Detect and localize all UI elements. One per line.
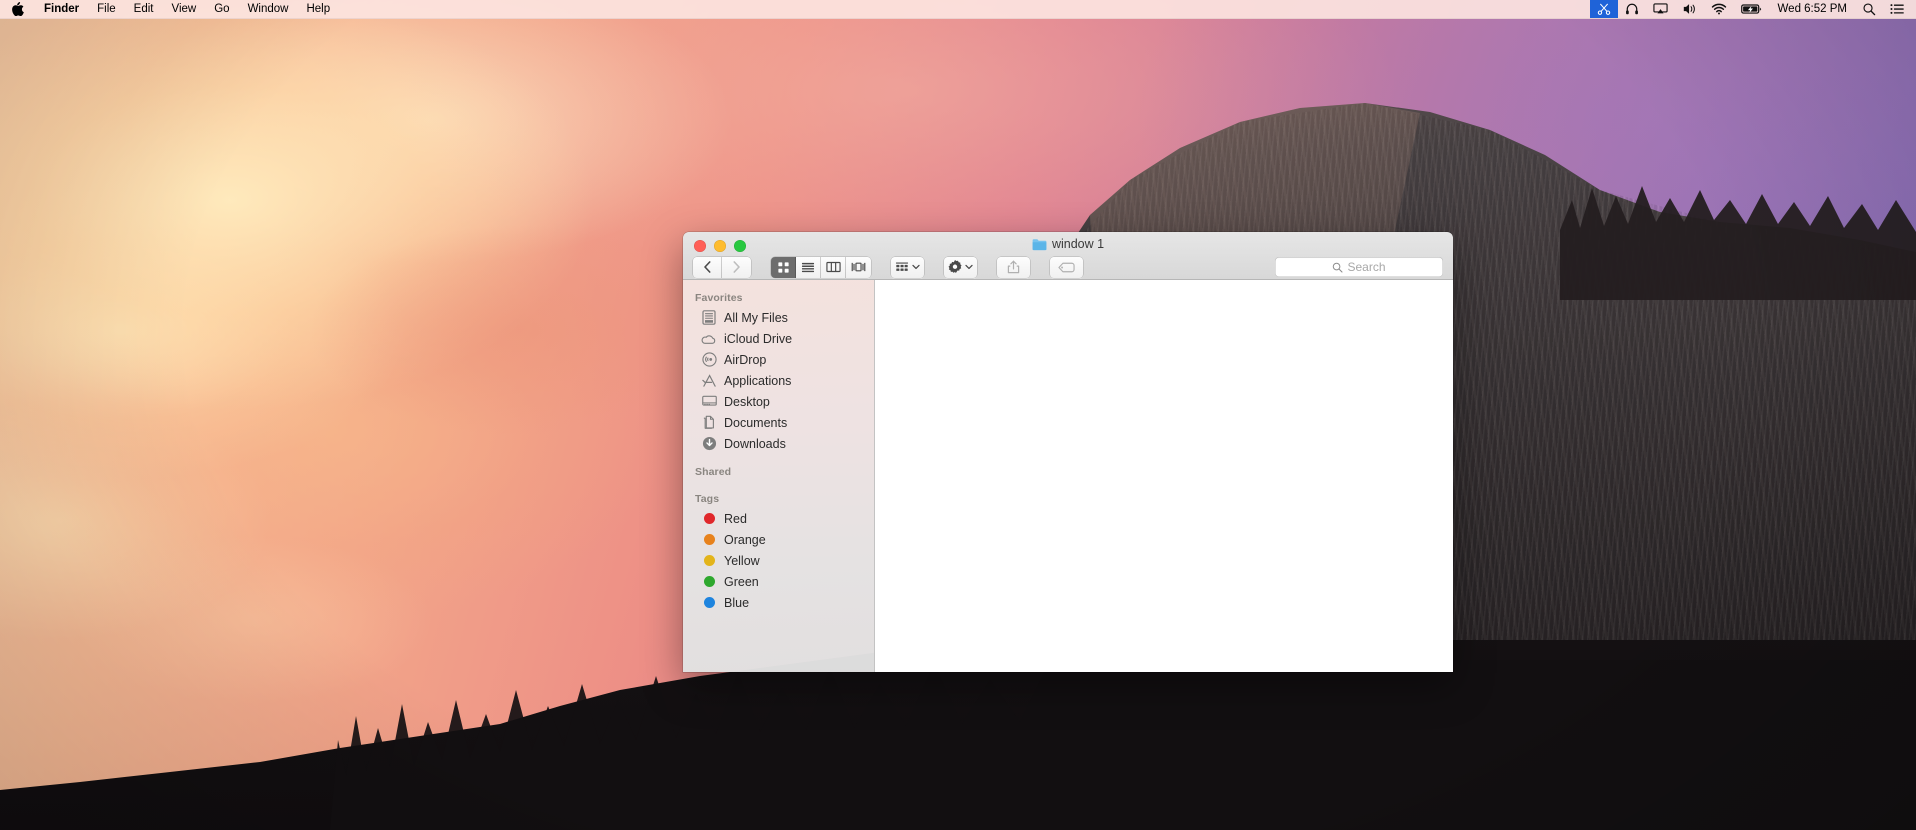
sidebar-section-tags-header: Tags [695,493,720,505]
sidebar-item-label: iCloud Drive [724,331,793,346]
sidebar-item-label: Downloads [724,436,786,451]
menu-item-file[interactable]: File [88,0,125,18]
wifi-icon[interactable] [1704,0,1734,18]
tag-dot-icon [701,511,717,527]
sidebar-item-label: Yellow [724,553,760,568]
tag-dot-icon [701,574,717,590]
tag-dot-icon [701,595,717,611]
menu-item-finder[interactable]: Finder [35,0,88,18]
sidebar-item-label: Documents [724,415,788,430]
search-placeholder: Search [1347,260,1386,274]
finder-content-area[interactable] [875,280,1453,672]
menu-bar-left: Finder File Edit View Go Window Help [0,0,339,18]
blue-folder-icon [1032,238,1047,250]
search-icon[interactable] [1855,0,1883,18]
menu-bar-clock[interactable]: Wed 6:52 PM [1770,3,1855,15]
sidebar-item-label: All My Files [724,310,788,325]
sidebar-item-all-my-files[interactable]: All My Files [683,307,874,328]
arrange-by-button[interactable] [891,256,924,278]
airplay-display-icon[interactable] [1646,0,1675,18]
tag-dot-icon [701,532,717,548]
minimize-button[interactable] [714,240,726,252]
view-mode-buttons [771,256,871,278]
sidebar-item-label: Red [724,511,747,526]
back-button[interactable] [693,256,722,278]
desktop-icon [701,394,717,410]
chevron-down-icon [912,264,920,270]
coverflow-view-button[interactable] [846,256,871,278]
sidebar-tag-yellow[interactable]: Yellow [683,550,874,571]
sidebar-item-label: Desktop [724,394,770,409]
close-button[interactable] [694,240,706,252]
sidebar-item-downloads[interactable]: Downloads [683,433,874,454]
sidebar-item-label: AirDrop [724,352,767,367]
finder-window[interactable]: window 1 Search Favorites All My Files i… [683,232,1453,672]
search-field[interactable]: Search [1275,257,1443,277]
sidebar-tag-blue[interactable]: Blue [683,592,874,613]
menu-bar-status-area: Wed 6:52 PM [1589,0,1916,18]
action-button[interactable] [944,256,977,278]
window-body: Favorites All My Files iCloud Drive AirD… [683,280,1453,672]
menu-item-edit[interactable]: Edit [125,0,163,18]
documents-icon [701,415,717,431]
menu-item-help[interactable]: Help [297,0,339,18]
traffic-lights [694,240,746,252]
sidebar-item-airdrop[interactable]: AirDrop [683,349,874,370]
search-icon [1333,262,1344,273]
navigation-buttons [693,256,751,278]
window-title-group: window 1 [683,237,1453,251]
sidebar-item-label: Orange [724,532,766,547]
window-titlebar[interactable]: window 1 Search [683,232,1453,280]
headphones-icon[interactable] [1618,0,1646,18]
forward-button[interactable] [722,256,751,278]
column-view-button[interactable] [821,256,846,278]
sidebar-item-applications[interactable]: Applications [683,370,874,391]
sidebar-item-label: Applications [724,373,792,388]
sidebar-tag-red[interactable]: Red [683,508,874,529]
menu-item-go[interactable]: Go [205,0,238,18]
apple-menu-icon[interactable] [0,0,35,18]
chevron-down-icon [965,264,973,270]
menu-item-view[interactable]: View [163,0,206,18]
downloads-icon [701,436,717,452]
list-view-button[interactable] [796,256,821,278]
sidebar-item-documents[interactable]: Documents [683,412,874,433]
edit-tags-button[interactable] [1050,256,1083,278]
sidebar-section-favorites-header: Favorites [695,292,743,304]
battery-charging-icon[interactable] [1734,0,1770,18]
finder-sidebar[interactable]: Favorites All My Files iCloud Drive AirD… [683,280,875,672]
scissors-icon[interactable] [1589,0,1618,18]
sidebar-item-desktop[interactable]: Desktop [683,391,874,412]
list-lines-icon[interactable] [1883,0,1912,18]
zoom-button[interactable] [734,240,746,252]
finder-toolbar: Search [683,254,1453,280]
applications-icon [701,373,717,389]
sidebar-item-icloud-drive[interactable]: iCloud Drive [683,328,874,349]
all-my-files-icon [701,310,717,326]
tag-dot-icon [701,553,717,569]
sidebar-tag-orange[interactable]: Orange [683,529,874,550]
sidebar-item-label: Blue [724,595,750,610]
sidebar-item-label: Green [724,574,759,589]
menu-bar: Finder File Edit View Go Window Help Wed… [0,0,1916,19]
share-button[interactable] [997,256,1030,278]
icon-view-button[interactable] [771,256,796,278]
window-title-text: window 1 [1051,237,1105,251]
icloud-drive-icon [701,331,717,347]
sidebar-tag-green[interactable]: Green [683,571,874,592]
airdrop-icon [701,352,717,368]
volume-icon[interactable] [1675,0,1704,18]
menu-item-window[interactable]: Window [239,0,298,18]
sidebar-section-shared-header: Shared [695,466,732,478]
